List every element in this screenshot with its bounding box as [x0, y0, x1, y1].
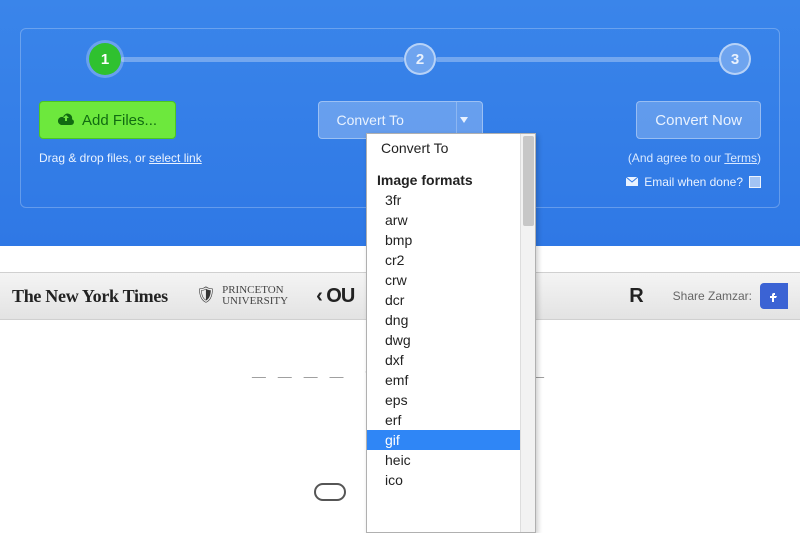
format-option[interactable]: arw [367, 210, 520, 230]
convert-to-dropdown: Convert To Image formats 3fr arw bmp cr2… [366, 133, 536, 533]
drag-drop-text: Drag & drop files, or select link [39, 151, 202, 165]
share-row: Share Zamzar: [673, 283, 788, 309]
dash-left: — — — — [252, 368, 348, 384]
step-1-badge: 1 [89, 43, 121, 75]
press-logos: The New York Times 🛡 PRINCETON UNIVERSIT… [12, 285, 354, 308]
scrollbar-thumb[interactable] [523, 136, 534, 226]
format-option[interactable]: ico [367, 470, 520, 490]
share-label: Share Zamzar: [673, 289, 752, 303]
format-option[interactable]: eps [367, 390, 520, 410]
add-files-button[interactable]: Add Files... [39, 101, 176, 139]
email-when-done-label: Email when done? [644, 175, 743, 189]
format-option-highlighted[interactable]: gif [367, 430, 520, 450]
format-option[interactable]: crw [367, 270, 520, 290]
dropdown-title: Convert To [367, 138, 520, 158]
dropdown-group-header: Image formats [367, 166, 520, 190]
track-segment [121, 57, 404, 62]
terms-link[interactable]: Terms [724, 151, 757, 165]
shield-icon: 🛡 [196, 288, 216, 304]
terms-prefix: (And agree to our [628, 151, 725, 165]
format-option[interactable]: heic [367, 450, 520, 470]
partner-logo-cropped-left: ‹ OU [316, 285, 354, 308]
partner-logo-cropped-right: R [629, 285, 642, 308]
terms-suffix: ) [757, 151, 761, 165]
format-option[interactable]: dng [367, 310, 520, 330]
step-3-badge: 3 [719, 43, 751, 75]
email-checkbox[interactable] [749, 176, 761, 188]
upload-icon [58, 111, 74, 129]
format-option[interactable]: 3fr [367, 190, 520, 210]
envelope-icon [626, 175, 638, 189]
facebook-like-button[interactable] [760, 283, 788, 309]
format-option[interactable]: erf [367, 410, 520, 430]
drag-drop-prefix: Drag & drop files, or [39, 151, 149, 165]
dropdown-scrollbar[interactable] [520, 134, 535, 532]
terms-text: (And agree to our Terms) [628, 151, 761, 165]
princeton-bottom: UNIVERSITY [222, 296, 288, 307]
add-files-label: Add Files... [82, 112, 157, 129]
format-option[interactable]: emf [367, 370, 520, 390]
step-progress: 1 2 3 [39, 29, 761, 101]
step-1-column: Add Files... Drag & drop files, or selec… [39, 101, 299, 165]
select-link[interactable]: select link [149, 151, 202, 165]
nytimes-logo: The New York Times [12, 286, 168, 307]
convert-to-label: Convert To [337, 112, 404, 128]
princeton-text: PRINCETON UNIVERSITY [222, 285, 288, 307]
princeton-logo: 🛡 PRINCETON UNIVERSITY [196, 285, 288, 307]
email-when-done-row[interactable]: Email when done? [626, 175, 761, 189]
format-option[interactable]: dcr [367, 290, 520, 310]
format-option[interactable]: cr2 [367, 250, 520, 270]
capsule-shape [314, 483, 346, 501]
convert-now-label: Convert Now [655, 112, 742, 129]
format-option[interactable]: bmp [367, 230, 520, 250]
track-segment [436, 57, 719, 62]
step-3-column: Convert Now (And agree to our Terms) Ema… [501, 101, 761, 189]
dropdown-list[interactable]: Convert To Image formats 3fr arw bmp cr2… [367, 134, 520, 532]
format-option[interactable]: dwg [367, 330, 520, 350]
convert-now-button[interactable]: Convert Now [636, 101, 761, 139]
format-option[interactable]: dxf [367, 350, 520, 370]
step-2-badge: 2 [404, 43, 436, 75]
